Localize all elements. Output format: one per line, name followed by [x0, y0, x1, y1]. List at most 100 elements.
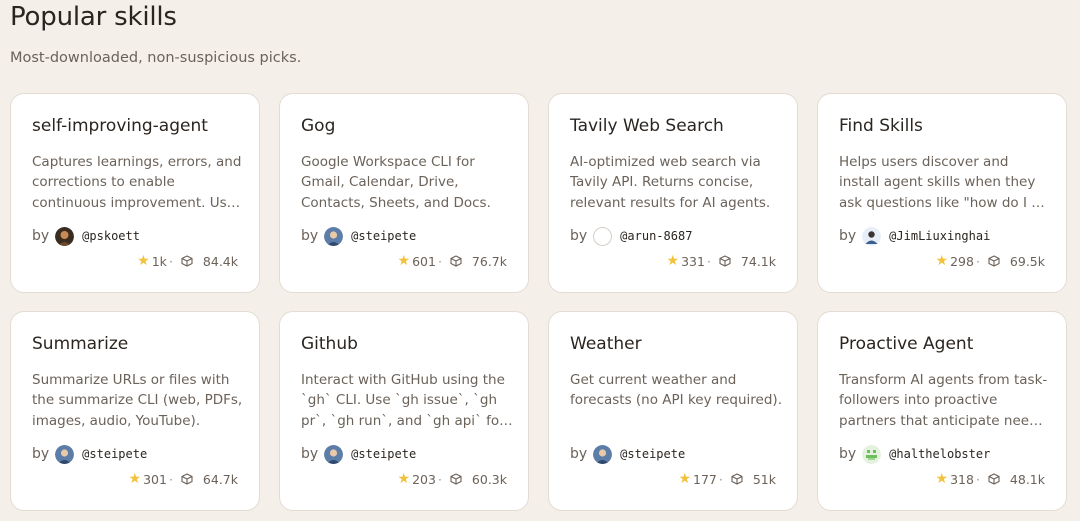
author-handle[interactable]: @steipete [620, 447, 685, 461]
avatar[interactable] [324, 226, 344, 246]
by-label: by [570, 446, 588, 462]
separator-dot: · [437, 253, 442, 269]
by-label: by [839, 446, 857, 462]
skill-name: Github [301, 334, 358, 354]
star-count: 331 [681, 253, 705, 269]
skill-stats: ★ 1k · 84.4k [137, 251, 238, 271]
skill-name: Summarize [32, 334, 129, 354]
skill-card[interactable]: Summarize Summarize URLs or files with th… [10, 311, 260, 511]
skill-name: Find Skills [839, 116, 923, 136]
skill-description: Summarize URLs or files with the summari… [32, 372, 243, 429]
skill-description: Google Workspace CLI for Gmail, Calendar… [301, 154, 491, 211]
skill-card[interactable]: self-improving-agent Captures learnings, … [10, 93, 260, 293]
star-icon: ★ [666, 253, 680, 269]
star-icon: ★ [397, 253, 411, 269]
author-handle[interactable]: @arun-8687 [620, 229, 692, 243]
star-count: 298 [950, 253, 974, 269]
author-row: by @steipete [32, 443, 147, 465]
skill-stats: ★ 318 · 48.1k [936, 469, 1045, 489]
skill-card[interactable]: Gog Google Workspace CLI for Gmail, Calen… [279, 93, 529, 293]
star-icon: ★ [137, 253, 150, 269]
section-subtitle: Most-downloaded, non-suspicious picks. [10, 50, 302, 66]
star-icon: ★ [678, 471, 691, 487]
star-count: 301 [143, 471, 167, 487]
separator-dot: · [718, 471, 723, 487]
star-icon: ★ [935, 253, 949, 269]
separator-dot: · [437, 471, 442, 487]
avatar[interactable] [862, 444, 882, 464]
package-icon [181, 473, 193, 485]
skill-stats: ★ 301 · 64.7k [129, 469, 238, 489]
author-row: by @steipete [301, 443, 416, 465]
star-count: 601 [412, 253, 436, 269]
package-icon [731, 473, 743, 485]
star-count: 1k [151, 253, 167, 269]
skill-stats: ★ 601 · 76.7k [398, 251, 507, 271]
avatar[interactable] [55, 444, 75, 464]
avatar[interactable] [593, 226, 613, 246]
by-label: by [301, 446, 319, 462]
download-count: 69.5k [1009, 253, 1045, 269]
package-icon [719, 255, 731, 267]
author-row: by @JimLiuxinghai [839, 225, 990, 247]
skills-grid: self-improving-agent Captures learnings, … [10, 93, 1068, 511]
skill-name: Weather [570, 334, 642, 354]
author-handle[interactable]: @pskoett [82, 229, 140, 243]
author-row: by @steipete [570, 443, 685, 465]
skill-description: Get current weather and forecasts (no AP… [570, 372, 782, 409]
skill-card[interactable]: Github Interact with GitHub using the `gh… [279, 311, 529, 511]
download-count: 60.3k [471, 471, 507, 487]
popular-skills-section: Popular skills Most-downloaded, non-susp… [0, 0, 1080, 521]
author-row: by @halthelobster [839, 443, 990, 465]
download-count: 48.1k [1009, 471, 1045, 487]
author-row: by @steipete [301, 225, 416, 247]
skill-card[interactable]: Proactive Agent Transform AI agents from … [817, 311, 1067, 511]
skill-card[interactable]: Tavily Web Search AI-optimized web search… [548, 93, 798, 293]
skill-description: AI-optimized web search via Tavily API. … [570, 154, 771, 211]
package-icon [450, 473, 462, 485]
skill-description: Helps users discover and install agent s… [839, 154, 1049, 211]
section-title: Popular skills [10, 2, 177, 32]
avatar[interactable] [324, 444, 344, 464]
download-count: 84.4k [202, 253, 238, 269]
separator-dot: · [168, 471, 173, 487]
skill-stats: ★ 177 · 51k [678, 469, 776, 489]
author-handle[interactable]: @steipete [351, 447, 416, 461]
separator-dot: · [975, 253, 980, 269]
author-handle[interactable]: @halthelobster [889, 447, 990, 461]
package-icon [988, 473, 1000, 485]
separator-dot: · [975, 471, 980, 487]
by-label: by [32, 446, 50, 462]
skill-stats: ★ 298 · 69.5k [936, 251, 1045, 271]
separator-dot: · [168, 253, 173, 269]
star-icon: ★ [128, 471, 142, 487]
package-icon [988, 255, 1000, 267]
skill-card[interactable]: Find Skills Helps users discover and inst… [817, 93, 1067, 293]
skill-description: Captures learnings, errors, and correcti… [32, 154, 242, 211]
skill-name: Tavily Web Search [570, 116, 724, 136]
avatar[interactable] [593, 444, 613, 464]
download-count: 51k [752, 471, 776, 487]
author-row: by @pskoett [32, 225, 140, 247]
author-handle[interactable]: @steipete [351, 229, 416, 243]
author-row: by @arun-8687 [570, 225, 692, 247]
star-icon: ★ [935, 471, 949, 487]
skill-card[interactable]: Weather Get current weather and forecasts… [548, 311, 798, 511]
separator-dot: · [706, 253, 711, 269]
by-label: by [301, 228, 319, 244]
author-handle[interactable]: @steipete [82, 447, 147, 461]
star-count: 318 [950, 471, 974, 487]
download-count: 74.1k [740, 253, 776, 269]
by-label: by [839, 228, 857, 244]
download-count: 64.7k [202, 471, 238, 487]
by-label: by [32, 228, 50, 244]
skill-description: Transform AI agents from task-followers … [839, 372, 1048, 429]
avatar[interactable] [862, 226, 882, 246]
skill-stats: ★ 203 · 60.3k [398, 469, 507, 489]
skill-description: Interact with GitHub using the `gh` CLI.… [301, 372, 505, 429]
star-count: 203 [412, 471, 436, 487]
author-handle[interactable]: @JimLiuxinghai [889, 229, 990, 243]
by-label: by [570, 228, 588, 244]
skill-stats: ★ 331 · 74.1k [667, 251, 776, 271]
avatar[interactable] [55, 226, 75, 246]
